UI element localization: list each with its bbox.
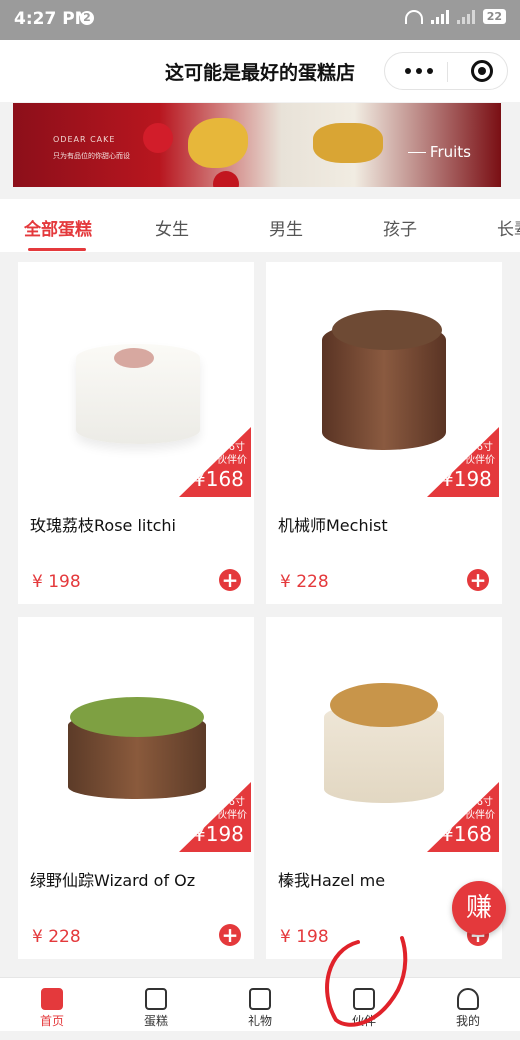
ribbon-tag: 伙伴价	[465, 455, 495, 466]
product-image[interactable]: 6寸 伙伴价 ¥198	[266, 262, 502, 500]
vip-card-icon	[353, 988, 375, 1010]
signal-icon-2	[456, 9, 475, 24]
banner-slogan: 只为有品位的你甜心而设	[53, 152, 130, 160]
ribbon-price: ¥198	[193, 822, 244, 846]
ribbon-tag: 伙伴价	[217, 810, 247, 821]
banner-decoration	[213, 171, 239, 187]
wifi-icon	[404, 9, 423, 24]
tab-elders[interactable]: 长辈	[497, 215, 520, 240]
product-name[interactable]: 榛我Hazel me	[278, 867, 385, 891]
banner-brand: ODEAR CAKE	[53, 135, 116, 144]
banner-decoration	[188, 118, 248, 168]
banner-decoration	[143, 123, 173, 153]
status-bar: 4:27 PM 2 22	[0, 0, 520, 40]
product-name[interactable]: 玫瑰荔枝Rose litchi	[30, 512, 176, 536]
product-card[interactable]: 6寸 伙伴价 ¥198 机械师Mechist ¥ 228 +	[266, 262, 502, 604]
tab-boys[interactable]: 男生	[269, 215, 303, 240]
cake-topping	[330, 683, 438, 727]
cake-topping	[114, 348, 154, 368]
banner-decoration	[313, 123, 383, 163]
product-price: ¥ 228	[280, 572, 329, 592]
tabbar-home[interactable]: 首页	[22, 982, 82, 1029]
product-card[interactable]: 6寸 伙伴价 ¥168 玫瑰荔枝Rose litchi ¥ 198 +	[18, 262, 254, 604]
tabbar-gifts[interactable]: 礼物	[230, 982, 290, 1029]
tabbar-label: 首页	[39, 1014, 64, 1028]
promo-banner[interactable]: ODEAR CAKE 只为有品位的你甜心而设 Fruits	[13, 103, 501, 187]
tab-indicator	[28, 248, 86, 251]
tabbar-cakes[interactable]: 蛋糕	[126, 982, 186, 1029]
category-tabs: 全部蛋糕 女生 男生 孩子 长辈	[0, 199, 520, 252]
person-icon	[457, 988, 479, 1010]
add-to-cart-button[interactable]: +	[467, 569, 489, 591]
miniprogram-capsule	[384, 52, 508, 90]
gift-icon	[249, 988, 271, 1010]
tabbar-label: 蛋糕	[143, 1014, 168, 1028]
product-image[interactable]: 6寸 伙伴价 ¥168	[266, 617, 502, 855]
tabbar-label: 我的	[455, 1014, 480, 1028]
tab-all-cakes[interactable]: 全部蛋糕	[24, 215, 92, 240]
banner-caption: Fruits	[408, 143, 471, 161]
home-cake-icon	[41, 988, 63, 1010]
close-target-icon[interactable]	[471, 60, 493, 82]
tabbar-label: 礼物	[247, 1014, 272, 1028]
notification-badge: 2	[80, 11, 94, 25]
add-to-cart-button[interactable]: +	[219, 569, 241, 591]
nav-bar: 这可能是最好的蛋糕店	[0, 40, 520, 102]
ribbon-price: ¥168	[193, 467, 244, 491]
battery-icon: 22	[482, 9, 506, 24]
capsule-divider	[447, 62, 448, 82]
product-price: ¥ 198	[32, 572, 81, 592]
product-card[interactable]: 6寸 伙伴价 ¥198 绿野仙踪Wizard of Oz ¥ 228 +	[18, 617, 254, 959]
ribbon-price: ¥168	[441, 822, 492, 846]
product-image[interactable]: 6寸 伙伴价 ¥168	[18, 262, 254, 500]
ribbon-price: ¥198	[441, 467, 492, 491]
cake-topping	[332, 310, 442, 350]
product-image[interactable]: 6寸 伙伴价 ¥198	[18, 617, 254, 855]
tab-girls[interactable]: 女生	[155, 215, 189, 240]
tabbar-label: 伙伴	[351, 1014, 376, 1028]
status-icons: 22	[404, 9, 506, 24]
bottom-tab-bar: 首页 蛋糕 礼物 伙伴 我的	[0, 977, 520, 1031]
tab-kids[interactable]: 孩子	[383, 215, 417, 240]
product-price: ¥ 228	[32, 927, 81, 947]
product-price: ¥ 198	[280, 927, 329, 947]
ribbon-tag: 伙伴价	[217, 455, 247, 466]
product-name[interactable]: 机械师Mechist	[278, 512, 388, 536]
add-to-cart-button[interactable]: +	[219, 924, 241, 946]
signal-icon	[430, 9, 449, 24]
tabbar-me[interactable]: 我的	[438, 982, 498, 1029]
product-name[interactable]: 绿野仙踪Wizard of Oz	[30, 867, 195, 891]
cake-box-icon	[145, 988, 167, 1010]
cake-topping	[70, 697, 204, 737]
ribbon-tag: 伙伴价	[465, 810, 495, 821]
more-options-icon[interactable]	[399, 61, 439, 81]
tabbar-partner[interactable]: 伙伴	[334, 982, 394, 1029]
earn-floating-button[interactable]: 赚	[452, 881, 506, 935]
